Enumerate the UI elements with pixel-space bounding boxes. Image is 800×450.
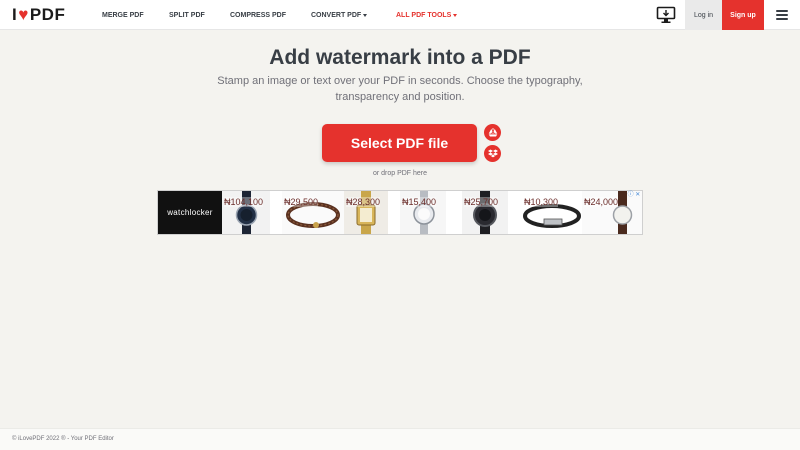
nav-label: MERGE PDF [102, 11, 144, 19]
nav-label: ALL PDF TOOLS [396, 11, 452, 19]
dropbox-icon[interactable] [484, 145, 501, 162]
hamburger-menu-icon[interactable] [776, 10, 788, 20]
ad-product[interactable]: ₦25,700 [462, 191, 508, 234]
desktop-download-icon[interactable] [656, 6, 676, 24]
ad-price: ₦104,100 [224, 197, 264, 207]
ad-price: ₦10,300 [524, 197, 559, 207]
select-pdf-button[interactable]: Select PDF file [322, 124, 477, 162]
logo-suffix: PDF [29, 5, 66, 24]
ad-price: ₦25,700 [464, 197, 499, 207]
ad-product[interactable]: ₦15,400 [400, 191, 446, 234]
page-title: Add watermark into a PDF [269, 46, 531, 69]
caret-down-icon [363, 13, 368, 17]
ad-brand-logo[interactable]: watchlocker [158, 191, 222, 234]
drop-hint: or drop PDF here [372, 170, 428, 177]
top-header: I ♥ PDF MERGE PDF SPLIT PDF COMPRESS PDF… [0, 0, 800, 30]
ad-price: ₦29,500 [284, 197, 319, 207]
google-drive-icon[interactable] [484, 124, 501, 141]
nav-convert-pdf[interactable]: CONVERT PDF [311, 0, 368, 30]
logo-prefix: I [12, 5, 18, 24]
nav-merge-pdf[interactable]: MERGE PDF [102, 0, 144, 30]
ad-price: ₦28,300 [346, 197, 381, 207]
signup-label: Sign up [730, 11, 756, 19]
ad-price: ₦24,000 [584, 197, 619, 207]
caret-down-icon [453, 13, 458, 17]
ad-product[interactable]: ₦10,300 [522, 191, 582, 234]
ad-product[interactable]: ₦104,100 [222, 191, 270, 234]
copyright-text: © iLovePDF 2022 ® - Your PDF Editor [12, 436, 114, 442]
page-subtitle: Stamp an image or text over your PDF in … [217, 75, 583, 103]
ad-choices-icon[interactable]: ⓘ ✕ [626, 191, 642, 199]
select-pdf-label: Select PDF file [350, 135, 449, 151]
nav-label: COMPRESS PDF [230, 11, 287, 19]
nav-label: CONVERT PDF [311, 11, 362, 19]
heart-icon: ♥ [18, 5, 29, 24]
nav-compress-pdf[interactable]: COMPRESS PDF [230, 0, 286, 30]
ad-product[interactable]: ₦28,300 [344, 191, 388, 234]
ilovepdf-logo[interactable]: I ♥ PDF [12, 5, 66, 24]
ad-price: ₦15,400 [402, 197, 437, 207]
ad-product[interactable]: ₦29,500 [282, 191, 344, 234]
nav-split-pdf[interactable]: SPLIT PDF [169, 0, 205, 30]
login-button[interactable]: Log in [685, 0, 722, 30]
nav-all-pdf-tools[interactable]: ALL PDF TOOLS [396, 0, 458, 30]
login-label: Log in [693, 11, 714, 19]
ad-banner[interactable]: watchlocker ₦104,100 ₦29,500 ₦28,300 ₦15… [157, 190, 643, 235]
nav-label: SPLIT PDF [169, 11, 205, 19]
footer: © iLovePDF 2022 ® - Your PDF Editor [0, 428, 800, 450]
signup-button[interactable]: Sign up [722, 0, 764, 30]
